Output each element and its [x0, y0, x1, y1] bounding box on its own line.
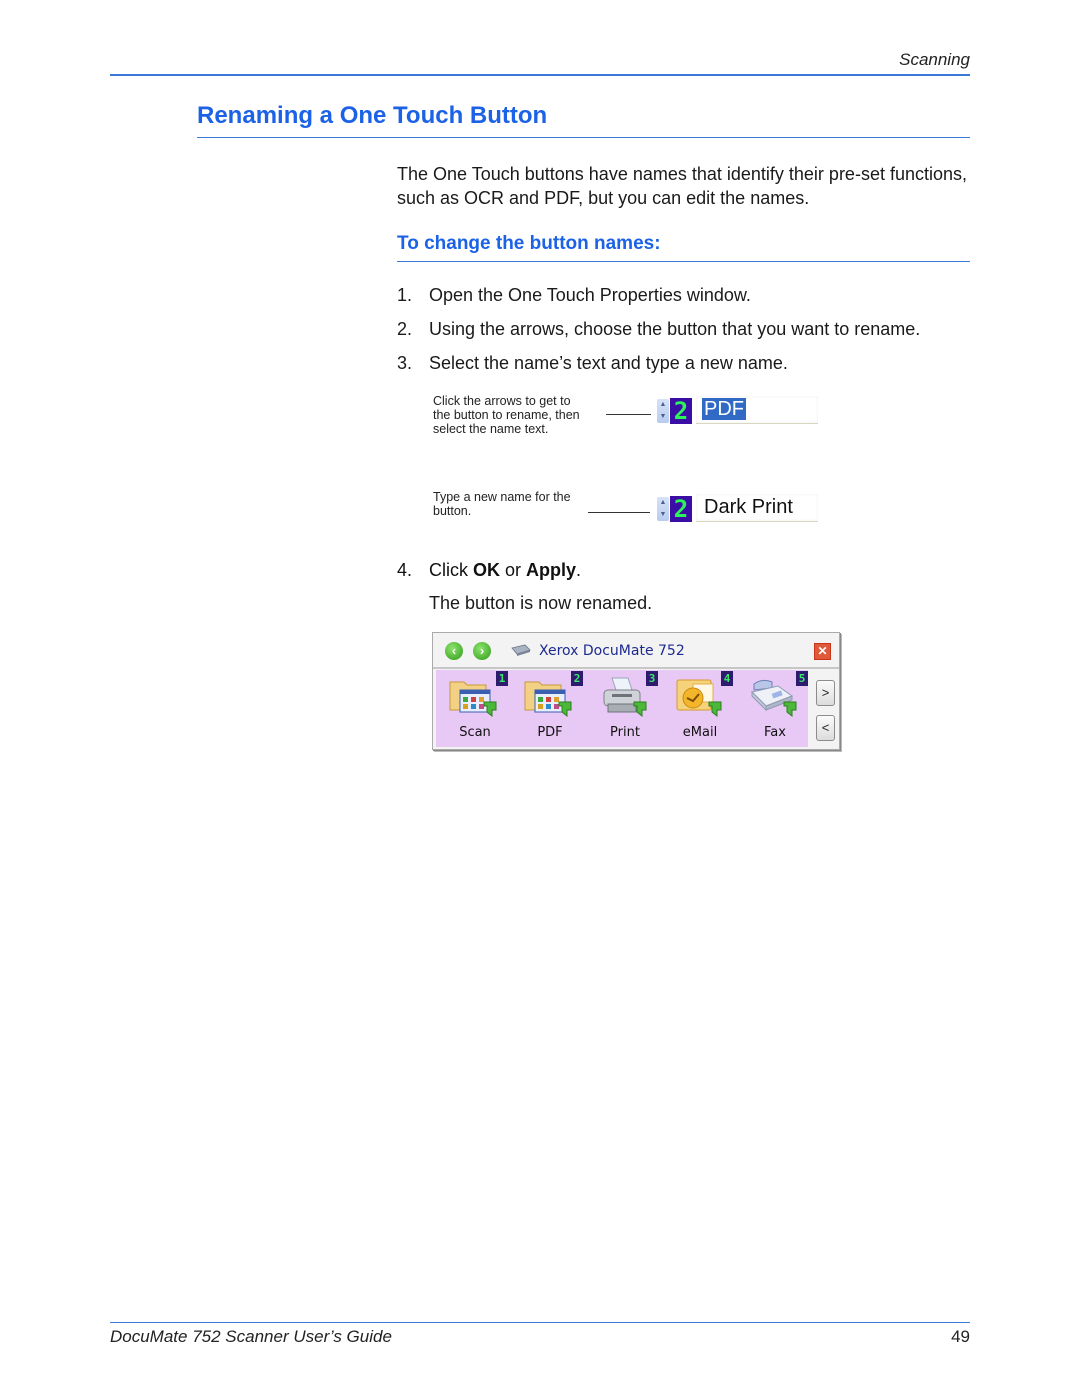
- step-item: 2. Using the arrows, choose the button th…: [397, 319, 920, 340]
- button-number-display: 2: [670, 496, 692, 522]
- return-arrow-icon: [483, 701, 497, 718]
- button-label: Print: [610, 725, 640, 740]
- spin-up-icon[interactable]: ▲: [659, 401, 667, 409]
- one-touch-button-scan[interactable]: 1 Scan: [438, 670, 512, 747]
- button-spinner[interactable]: ▲ ▼: [657, 399, 669, 423]
- callout-line: Type a new name for the: [433, 490, 571, 504]
- button-name-field-typed: ▲ ▼ 2 Dark Print: [654, 491, 824, 525]
- panel-titlebar: ‹ › Xerox DocuMate 752 ✕: [433, 633, 839, 669]
- button-name-text[interactable]: Dark Print: [702, 496, 795, 518]
- ok-button-reference: OK: [473, 560, 500, 580]
- button-number-display: 2: [670, 398, 692, 424]
- return-arrow-icon: [783, 701, 797, 718]
- step-text: Open the One Touch Properties window.: [429, 285, 751, 305]
- step-number: 1.: [397, 285, 413, 305]
- section-title: Renaming a One Touch Button: [197, 102, 548, 129]
- button-name-text-selected[interactable]: PDF: [702, 398, 746, 420]
- button-number-badge: 4: [721, 671, 733, 686]
- spin-up-icon[interactable]: ▲: [659, 499, 667, 507]
- callout-leader-line: [588, 512, 650, 513]
- procedure-title: To change the button names:: [397, 233, 661, 254]
- step-text-pre: Click: [429, 560, 473, 580]
- step-text-mid: or: [500, 560, 527, 580]
- procedure-title-divider: [397, 261, 970, 262]
- close-icon[interactable]: ✕: [814, 643, 831, 660]
- one-touch-button-print[interactable]: 3 Print: [588, 670, 662, 747]
- spin-down-icon[interactable]: ▼: [659, 511, 667, 519]
- scanner-icon: [511, 644, 531, 656]
- intro-paragraph: The One Touch buttons have names that id…: [397, 164, 967, 208]
- step-number: 2.: [397, 319, 413, 339]
- return-arrow-icon: [708, 701, 722, 718]
- callout-line: select the name text.: [433, 422, 549, 436]
- button-label: PDF: [537, 725, 563, 740]
- running-header-section: Scanning: [899, 50, 970, 69]
- one-touch-button-email[interactable]: 4 eMail: [663, 670, 737, 747]
- footer-guide-title: DocuMate 752 Scanner User’s Guide: [110, 1327, 392, 1346]
- one-touch-button-pdf[interactable]: 2 PDF: [513, 670, 587, 747]
- return-arrow-icon: [558, 701, 572, 718]
- header-divider: [110, 74, 970, 76]
- step-text: Using the arrows, choose the button that…: [429, 319, 921, 339]
- panel-title: Xerox DocuMate 752: [539, 643, 685, 659]
- button-label: eMail: [682, 725, 718, 740]
- button-label: Fax: [764, 725, 786, 740]
- one-touch-panel: ‹ › Xerox DocuMate 752 ✕ 1 Scan 2 PDF 3 …: [432, 632, 840, 750]
- one-touch-buttons-area: 1 Scan 2 PDF 3 Print 4 eMail 5 Fax: [436, 670, 808, 747]
- page-number: 49: [951, 1327, 970, 1346]
- previous-buttons-button[interactable]: <: [816, 715, 835, 741]
- button-number-badge: 5: [796, 671, 808, 686]
- apply-button-reference: Apply: [526, 560, 577, 580]
- button-name-input[interactable]: PDF: [696, 396, 818, 424]
- step-number: 4.: [397, 560, 413, 580]
- button-number-badge: 1: [496, 671, 508, 686]
- one-touch-button-fax[interactable]: 5 Fax: [738, 670, 812, 747]
- step-text: Select the name’s text and type a new na…: [429, 353, 788, 373]
- button-name-field-selected: ▲ ▼ 2 PDF: [654, 393, 824, 427]
- button-label: Scan: [459, 725, 491, 740]
- callout-line: Click the arrows to get to: [433, 394, 571, 408]
- back-arrow-icon[interactable]: ‹: [445, 642, 463, 660]
- button-number-badge: 3: [646, 671, 658, 686]
- spin-down-icon[interactable]: ▼: [659, 413, 667, 421]
- footer-divider: [110, 1322, 970, 1323]
- button-name-input[interactable]: Dark Print: [696, 494, 818, 522]
- result-text: The button is now renamed.: [429, 593, 653, 613]
- select-name-callout: Click the arrows to get to the button to…: [433, 394, 580, 436]
- button-spinner[interactable]: ▲ ▼: [657, 497, 669, 521]
- type-name-callout: Type a new name for the button.: [433, 490, 571, 518]
- step-item: 4. Click OK or Apply.: [397, 560, 581, 581]
- section-title-divider: [197, 137, 970, 138]
- forward-arrow-icon[interactable]: ›: [473, 642, 491, 660]
- step-text-post: .: [576, 560, 582, 580]
- callout-line: button.: [433, 504, 472, 518]
- next-buttons-button[interactable]: >: [816, 680, 835, 706]
- step-item: 3. Select the name’s text and type a new …: [397, 353, 788, 374]
- callout-line: the button to rename, then: [433, 408, 580, 422]
- step-item: 1. Open the One Touch Properties window.: [397, 285, 751, 306]
- step-number: 3.: [397, 353, 413, 373]
- callout-leader-line: [606, 414, 651, 415]
- return-arrow-icon: [633, 701, 647, 718]
- button-number-badge: 2: [571, 671, 583, 686]
